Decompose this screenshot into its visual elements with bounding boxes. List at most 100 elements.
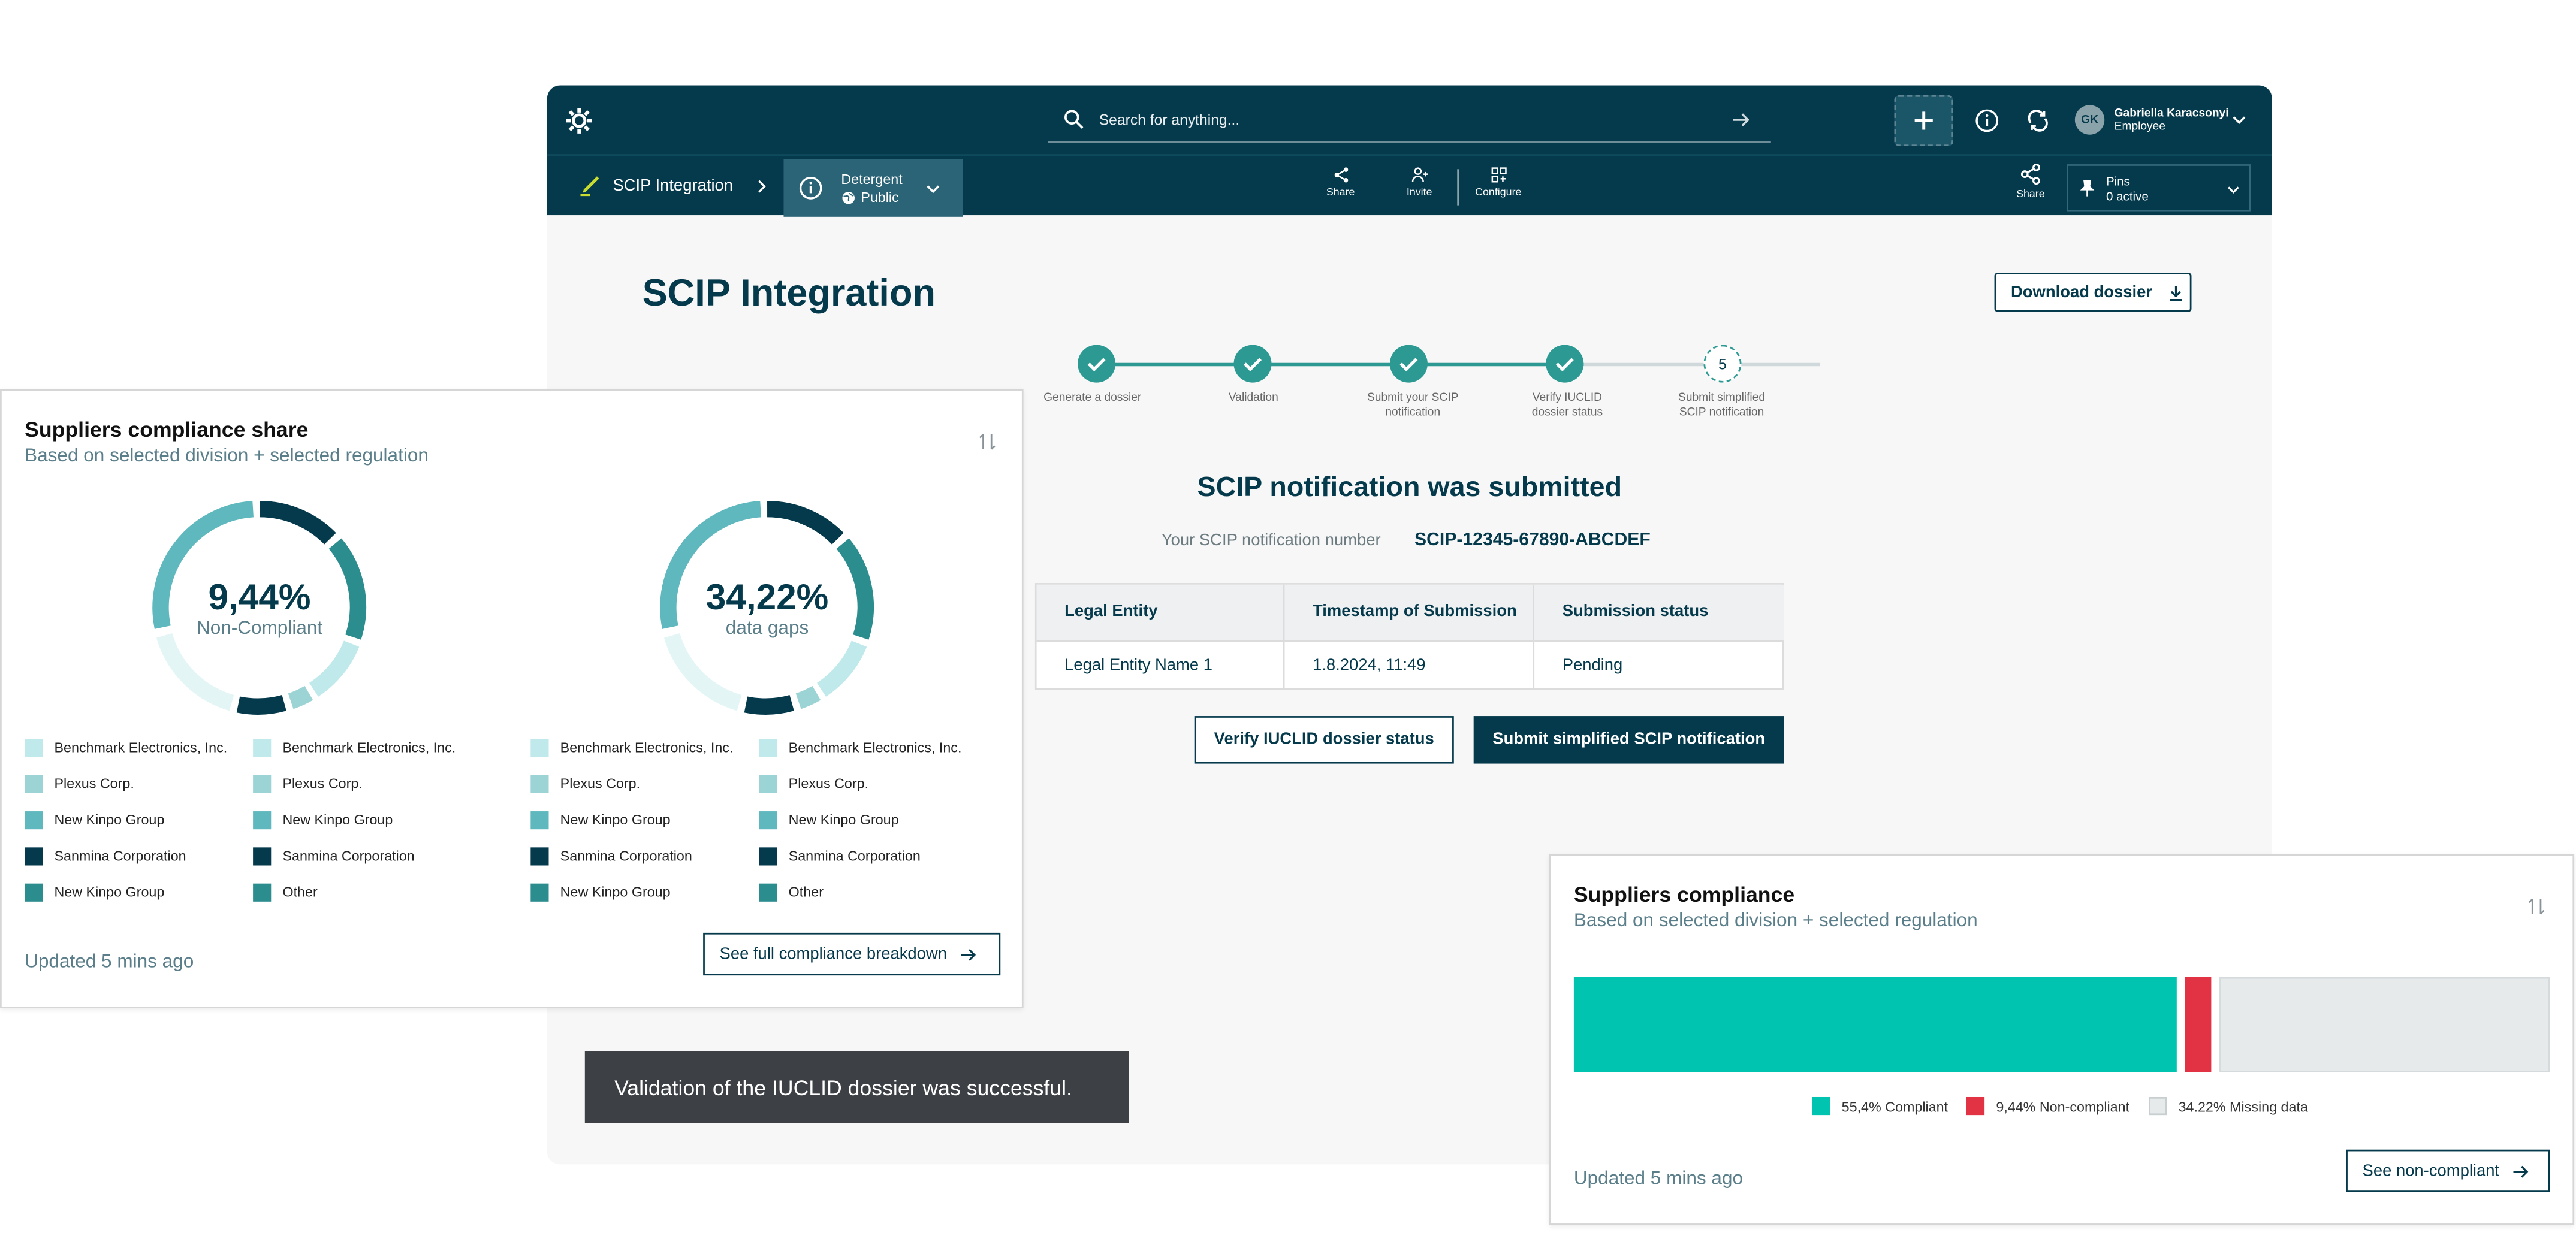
legend-item: New Kinpo Group bbox=[530, 809, 671, 829]
invite-tool[interactable]: Invite bbox=[1386, 166, 1452, 199]
donut-center-2: 34,22% data gaps bbox=[685, 576, 849, 639]
breakdown-label: See full compliance breakdown bbox=[719, 945, 947, 963]
chevron-down-icon bbox=[923, 179, 943, 199]
legend-item: Sanmina Corporation bbox=[759, 846, 921, 866]
legend-label: New Kinpo Group bbox=[788, 811, 899, 828]
legend-swatch bbox=[759, 846, 777, 865]
legend-label: New Kinpo Group bbox=[560, 811, 671, 828]
bar-segment bbox=[1573, 977, 2177, 1072]
step-check-2 bbox=[1233, 345, 1272, 383]
user-info[interactable]: Gabriella Karacsonyi Employee bbox=[2115, 108, 2229, 135]
legend-swatch bbox=[25, 883, 43, 901]
add-button[interactable] bbox=[1894, 95, 1954, 146]
download-icon bbox=[2170, 285, 2182, 300]
step-label: Validation bbox=[1228, 392, 1278, 404]
divider bbox=[1457, 169, 1459, 206]
legend-swatch bbox=[759, 883, 777, 901]
legend-item: Sanmina Corporation bbox=[530, 846, 692, 866]
download-dossier-button[interactable]: Download dossier bbox=[1994, 273, 2192, 312]
user-name: Gabriella Karacsonyi bbox=[2114, 108, 2229, 120]
step-check-4 bbox=[1546, 345, 1584, 383]
legend-label: New Kinpo Group bbox=[560, 883, 671, 901]
legend-item: New Kinpo Group bbox=[25, 882, 164, 902]
legend-item: Plexus Corp. bbox=[759, 773, 868, 793]
legend-item: Other bbox=[759, 882, 824, 902]
submit-simplified-button[interactable]: Submit simplified SCIP notification bbox=[1473, 716, 1784, 764]
notification-number: SCIP-12345-67890-ABCDEF bbox=[1414, 530, 1651, 551]
step-check-3 bbox=[1389, 345, 1428, 383]
sort-icon[interactable] bbox=[976, 430, 999, 453]
donut-center-1: 9,44% Non-Compliant bbox=[177, 576, 342, 639]
legend-swatch bbox=[25, 738, 43, 757]
share-icon bbox=[2020, 163, 2040, 185]
sync-icon[interactable] bbox=[2024, 107, 2050, 133]
pins-dropdown[interactable]: Pins 0 active bbox=[2067, 164, 2251, 212]
globe-icon bbox=[842, 192, 855, 204]
toast-message: Validation of the IUCLID dossier was suc… bbox=[584, 1051, 1129, 1123]
legend-item: Benchmark Electronics, Inc. bbox=[530, 738, 733, 757]
verify-dossier-button[interactable]: Verify IUCLID dossier status bbox=[1194, 716, 1454, 764]
stacked-bar bbox=[1573, 977, 2550, 1072]
notification-label: Your SCIP notification number bbox=[1161, 532, 1381, 551]
step-check-1 bbox=[1078, 345, 1116, 383]
info-circle-icon bbox=[798, 176, 823, 200]
legend-swatch bbox=[253, 810, 272, 829]
share-tool-right[interactable]: Share bbox=[1998, 162, 2064, 200]
bar-legend-item: 34.22% Missing data bbox=[2149, 1096, 2308, 1116]
step-label: Generate a dossier bbox=[1043, 392, 1142, 404]
top-bar: Search for anything... GK Gabriella Kara… bbox=[547, 85, 2272, 155]
donut-label: data gaps bbox=[725, 619, 809, 639]
legend-item: New Kinpo Group bbox=[759, 809, 899, 829]
table-cell: Pending bbox=[1534, 640, 1784, 690]
step-label: Submit simplified SCIP notification bbox=[1678, 392, 1766, 419]
legend-item: Sanmina Corporation bbox=[253, 846, 415, 866]
donut-label: Non-Compliant bbox=[196, 619, 323, 639]
legend-label: Sanmina Corporation bbox=[560, 847, 692, 864]
info-icon[interactable] bbox=[1973, 107, 1999, 133]
step-number-5: 5 bbox=[1703, 345, 1742, 383]
legend-swatch bbox=[1966, 1096, 1985, 1116]
arrow-right-icon[interactable] bbox=[1730, 108, 1752, 131]
pins-label: Pins bbox=[2106, 174, 2130, 189]
see-breakdown-button[interactable]: See full compliance breakdown bbox=[703, 932, 1001, 976]
download-label: Download dossier bbox=[2010, 283, 2153, 301]
legend-label: New Kinpo Group bbox=[282, 811, 393, 828]
legend-label: Other bbox=[282, 883, 318, 901]
legend-label: Sanmina Corporation bbox=[788, 847, 921, 864]
avatar[interactable]: GK bbox=[2074, 105, 2105, 135]
share-label: Share bbox=[2016, 189, 2045, 201]
legend-item: Benchmark Electronics, Inc. bbox=[253, 738, 456, 757]
legend-label: Benchmark Electronics, Inc. bbox=[282, 739, 456, 756]
search-input[interactable]: Search for anything... bbox=[1099, 111, 1240, 128]
legend-item: Other bbox=[253, 882, 318, 902]
logo-gear-icon[interactable] bbox=[563, 105, 593, 134]
legend-item: Benchmark Electronics, Inc. bbox=[759, 738, 961, 757]
donut-value: 34,22% bbox=[705, 576, 829, 618]
configure-tool[interactable]: Configure bbox=[1465, 166, 1531, 199]
compliance-share-card: Suppliers compliance share Based on sele… bbox=[0, 389, 1024, 1008]
see-non-compliant-button[interactable]: See non-compliant bbox=[2346, 1149, 2550, 1192]
invite-icon bbox=[1411, 167, 1427, 182]
legend-item: New Kinpo Group bbox=[253, 809, 393, 829]
sort-icon[interactable] bbox=[2525, 895, 2548, 918]
legend-label: 9,44% Non-compliant bbox=[1996, 1098, 2130, 1114]
arrow-right-icon bbox=[961, 948, 977, 960]
chevron-down-icon[interactable] bbox=[2230, 110, 2249, 130]
breadcrumb[interactable]: SCIP Integration bbox=[613, 177, 733, 195]
table-header: Legal Entity bbox=[1036, 584, 1285, 640]
legend-label: New Kinpo Group bbox=[54, 883, 165, 901]
updated-text: Updated 5 mins ago bbox=[1573, 1169, 1744, 1189]
legend-swatch bbox=[759, 810, 777, 829]
legend-item: Sanmina Corporation bbox=[25, 846, 186, 866]
legend-swatch bbox=[1812, 1096, 1830, 1116]
legend-swatch bbox=[2149, 1096, 2167, 1116]
user-role: Employee bbox=[2114, 121, 2166, 134]
search-bar[interactable]: Search for anything... bbox=[1048, 100, 1771, 143]
bar-legend-item: 9,44% Non-compliant bbox=[1966, 1096, 2130, 1116]
bar-segment bbox=[2185, 977, 2212, 1072]
donut-value: 9,44% bbox=[208, 576, 311, 618]
share-tool[interactable]: Share bbox=[1308, 166, 1374, 199]
table-cell: 1.8.2024, 11:49 bbox=[1284, 640, 1535, 690]
bar-segment bbox=[2219, 977, 2550, 1072]
product-dropdown[interactable]: Detergent Public bbox=[783, 159, 963, 217]
